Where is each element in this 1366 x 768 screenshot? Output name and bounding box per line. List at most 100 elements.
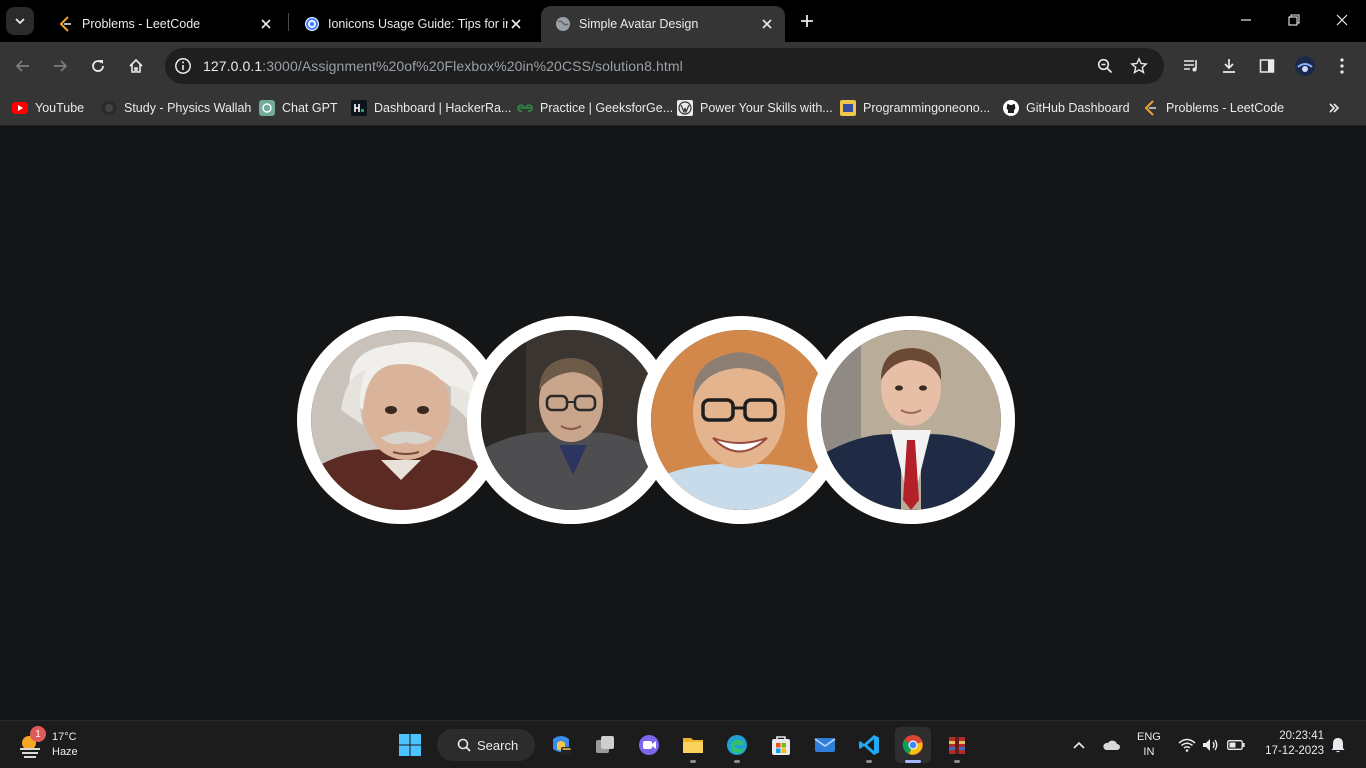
- close-icon: [1336, 14, 1348, 26]
- vscode-app[interactable]: [851, 727, 887, 763]
- wordpress-icon: [677, 100, 693, 116]
- bookmark-programmingoneonone[interactable]: Programmingoneono...: [840, 96, 990, 120]
- battery-status[interactable]: [1226, 735, 1246, 755]
- close-icon[interactable]: [258, 16, 274, 32]
- bookmark-power-your-skills[interactable]: Power Your Skills with...: [677, 96, 833, 120]
- bookmark-label: YouTube: [35, 101, 85, 115]
- archive-icon: [949, 737, 965, 754]
- tab-simple-avatar-design[interactable]: Simple Avatar Design: [541, 6, 785, 42]
- edge-app[interactable]: [719, 727, 755, 763]
- youtube-icon: [12, 100, 28, 116]
- wifi-status[interactable]: [1177, 735, 1197, 755]
- clock-time: 20:23:41: [1279, 730, 1324, 742]
- avatar-group: [297, 316, 1015, 524]
- downloads-button[interactable]: [1215, 52, 1243, 80]
- volume-status[interactable]: [1201, 735, 1221, 755]
- bookmark-label: Problems - LeetCode: [1166, 101, 1285, 115]
- kebab-menu-icon: [1340, 58, 1344, 74]
- home-button[interactable]: [122, 52, 150, 80]
- store-app[interactable]: [763, 727, 799, 763]
- bookmark-hackerrank[interactable]: Dashboard | HackerRa...: [351, 96, 511, 120]
- system-clock[interactable]: 20:23:41 17-12-2023: [1256, 729, 1324, 759]
- menu-button[interactable]: [1328, 52, 1356, 80]
- winrar-app[interactable]: [939, 727, 975, 763]
- bookmark-github-dashboard[interactable]: GitHub Dashboard: [1003, 96, 1130, 120]
- meet-app[interactable]: [631, 727, 667, 763]
- close-icon[interactable]: [508, 16, 524, 32]
- bookmark-chat-gpt[interactable]: Chat GPT: [259, 96, 338, 120]
- zoom-icon: [1097, 58, 1113, 74]
- bookmark-star-button[interactable]: [1129, 56, 1149, 76]
- file-explorer-app[interactable]: [675, 727, 711, 763]
- vscode-icon: [859, 735, 879, 755]
- bookmark-physics-wallah[interactable]: Study - Physics Wallah: [101, 96, 251, 120]
- input-language[interactable]: ENG IN: [1137, 730, 1161, 760]
- bookmark-youtube[interactable]: YouTube: [12, 96, 84, 120]
- chevron-up-icon: [1073, 741, 1085, 749]
- minimize-button[interactable]: [1222, 0, 1270, 40]
- back-button[interactable]: [9, 52, 37, 80]
- copilot-app[interactable]: [543, 727, 579, 763]
- running-indicator: [734, 760, 740, 763]
- site-info-icon[interactable]: [174, 57, 192, 75]
- search-icon: [457, 738, 471, 752]
- arrow-left-icon: [15, 60, 29, 72]
- tab-leetcode[interactable]: Problems - LeetCode: [44, 6, 284, 42]
- close-window-button[interactable]: [1318, 0, 1366, 40]
- hackerrank-icon: [351, 100, 367, 116]
- tab-separator: [288, 13, 289, 31]
- taskbar-search[interactable]: Search: [437, 729, 535, 761]
- programming-icon: [840, 100, 856, 116]
- close-icon[interactable]: [759, 16, 775, 32]
- globe-icon: [555, 16, 571, 32]
- wifi-icon: [1178, 738, 1196, 752]
- bookmark-label: Dashboard | HackerRa...: [374, 101, 512, 115]
- reload-button[interactable]: [84, 52, 112, 80]
- portrait-image: [821, 330, 1001, 510]
- github-icon: [1003, 100, 1019, 116]
- weather-temperature: 17°C: [52, 731, 77, 743]
- language-code: ENG: [1137, 731, 1161, 743]
- store-icon: [772, 736, 790, 755]
- minimize-icon: [1241, 19, 1251, 21]
- bookmark-label: GitHub Dashboard: [1026, 101, 1130, 115]
- media-control-button[interactable]: [1177, 52, 1205, 80]
- tab-search-button[interactable]: [6, 7, 34, 35]
- tab-title: Ionicons Usage Guide: Tips for inst: [328, 17, 508, 31]
- onedrive-button[interactable]: [1101, 735, 1121, 755]
- restore-button[interactable]: [1270, 0, 1318, 40]
- bookmark-leetcode[interactable]: Problems - LeetCode: [1143, 96, 1284, 120]
- running-indicator: [954, 760, 960, 763]
- side-panel-button[interactable]: [1253, 52, 1281, 80]
- weather-description: Haze: [52, 746, 78, 758]
- zoom-button[interactable]: [1095, 56, 1115, 76]
- task-view-app[interactable]: [587, 727, 623, 763]
- weather-widget[interactable]: 1 17°C Haze: [16, 726, 78, 763]
- reload-icon: [92, 60, 104, 72]
- ionicons-icon: [304, 16, 320, 32]
- leetcode-icon: [58, 16, 74, 32]
- clock-date: 17-12-2023: [1265, 745, 1324, 757]
- taskbar: 1 17°C Haze Search ENG IN 20:23:41 17-12…: [0, 720, 1366, 768]
- restore-icon: [1288, 14, 1300, 26]
- profile-button[interactable]: [1291, 52, 1319, 80]
- new-tab-button[interactable]: [794, 8, 820, 34]
- url-text[interactable]: 127.0.0.1:3000/Assignment%20of%20Flexbox…: [203, 58, 683, 74]
- address-bar[interactable]: 127.0.0.1:3000/Assignment%20of%20Flexbox…: [165, 48, 1164, 84]
- show-hidden-icons-button[interactable]: [1069, 735, 1089, 755]
- forward-button[interactable]: [46, 52, 74, 80]
- notification-badge: 1: [30, 726, 46, 742]
- start-button[interactable]: [392, 727, 428, 763]
- chevron-down-icon: [15, 18, 25, 25]
- tab-ionicons[interactable]: Ionicons Usage Guide: Tips for inst: [290, 6, 534, 42]
- bookmark-label: Programmingoneono...: [863, 101, 991, 115]
- more-bookmarks-button[interactable]: [1324, 98, 1344, 118]
- portrait-image: [481, 330, 661, 510]
- playlist-icon: [1184, 60, 1197, 72]
- gfg-icon: [517, 100, 533, 116]
- mail-app[interactable]: [807, 727, 843, 763]
- bookmark-geeksforgeeks[interactable]: Practice | GeeksforGe...: [517, 96, 673, 120]
- notifications-button[interactable]: [1328, 735, 1348, 755]
- portrait-image: [311, 330, 491, 510]
- chrome-app[interactable]: [895, 727, 931, 763]
